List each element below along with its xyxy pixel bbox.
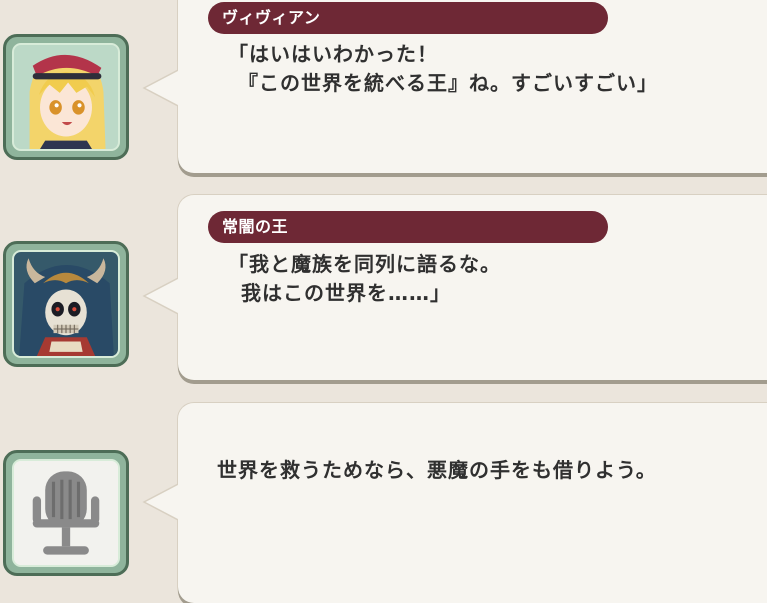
dialogue-line: 我はこの世界を……」 bbox=[241, 281, 451, 305]
blonde-girl-portrait-icon bbox=[12, 43, 120, 151]
speaker-nametag: 常闇の王 bbox=[208, 211, 608, 243]
bubble-tail bbox=[142, 480, 182, 524]
microphone-icon bbox=[12, 459, 120, 567]
dialogue-line: 「はいはいわかった！ bbox=[228, 42, 438, 66]
dialogue-line: 「我と魔族を同列に語るな。 bbox=[228, 252, 501, 276]
dialogue-line: 世界を救うためなら、悪魔の手をも借りよう。 bbox=[217, 458, 657, 482]
skull-king-portrait-icon bbox=[12, 250, 120, 358]
speech-bubble bbox=[178, 403, 767, 603]
bubble-tail bbox=[142, 66, 182, 110]
avatar-frame bbox=[3, 34, 129, 160]
bubble-tail bbox=[142, 274, 182, 318]
avatar-frame bbox=[3, 241, 129, 367]
speaker-nametag: ヴィヴィアン bbox=[208, 2, 608, 34]
avatar-frame bbox=[3, 450, 129, 576]
dialogue-line: 『この世界を統べる王』ね。すごいすごい」 bbox=[238, 71, 658, 95]
